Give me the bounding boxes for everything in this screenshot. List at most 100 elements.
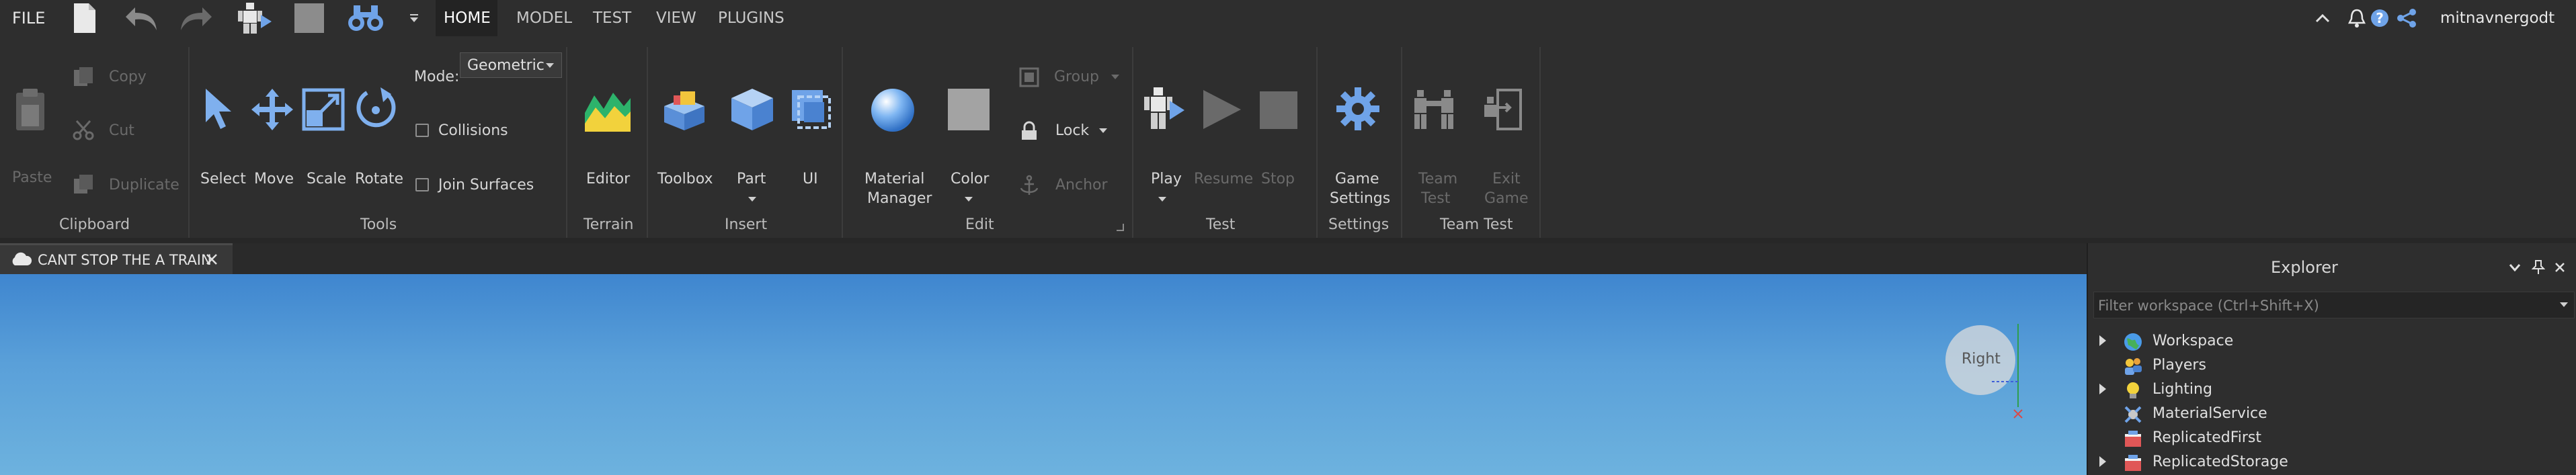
part-icon[interactable] bbox=[729, 85, 776, 136]
stop-square-icon[interactable] bbox=[1258, 90, 1299, 133]
lock-icon[interactable] bbox=[1019, 121, 1039, 144]
join-surfaces-label[interactable]: Join Surfaces bbox=[438, 175, 534, 195]
tab-home[interactable]: HOME bbox=[444, 9, 491, 27]
ribbon bbox=[0, 36, 2576, 238]
duplicate-label[interactable]: Duplicate bbox=[109, 175, 179, 195]
quick-access-customize-icon[interactable] bbox=[401, 0, 428, 36]
group-icon[interactable] bbox=[1019, 67, 1039, 90]
paste-icon[interactable] bbox=[13, 86, 47, 136]
play-icon[interactable] bbox=[1140, 86, 1187, 134]
tab-plugins[interactable]: PLUGINS bbox=[718, 9, 784, 27]
document-tab[interactable]: CANT STOP THE A TRAIN bbox=[0, 243, 233, 274]
part-label[interactable]: Part bbox=[737, 169, 766, 189]
team-test-label-line1[interactable]: Team bbox=[1418, 169, 1457, 189]
copy-icon[interactable] bbox=[73, 66, 94, 90]
duplicate-icon[interactable] bbox=[73, 173, 94, 198]
redo-icon[interactable] bbox=[176, 0, 216, 36]
collapse-ribbon-icon[interactable] bbox=[2306, 0, 2339, 36]
group-label[interactable]: Group bbox=[1054, 67, 1099, 87]
mode-dropdown[interactable]: Geometric bbox=[460, 52, 562, 78]
expand-arrow-icon[interactable] bbox=[2099, 335, 2106, 346]
terrain-editor-icon[interactable] bbox=[583, 86, 632, 136]
help-icon[interactable]: ? bbox=[2368, 0, 2392, 36]
new-file-icon[interactable] bbox=[65, 0, 105, 36]
material-manager-icon[interactable] bbox=[869, 86, 917, 137]
filter-chevron-down-icon[interactable] bbox=[2559, 302, 2569, 308]
explorer-item-material-service[interactable]: MaterialService bbox=[2088, 402, 2576, 426]
color-label[interactable]: Color bbox=[951, 169, 989, 189]
edit-settings-corner-icon[interactable] bbox=[1116, 223, 1124, 231]
cut-label[interactable]: Cut bbox=[109, 121, 134, 140]
scissors-icon[interactable] bbox=[73, 120, 94, 144]
collisions-checkbox[interactable] bbox=[415, 124, 429, 137]
resume-icon[interactable] bbox=[1199, 87, 1244, 134]
tab-model[interactable]: MODEL bbox=[516, 9, 572, 27]
collisions-label[interactable]: Collisions bbox=[438, 121, 508, 140]
gear-icon[interactable] bbox=[1335, 86, 1381, 134]
team-test-icon[interactable] bbox=[1412, 87, 1459, 134]
stop-icon[interactable] bbox=[289, 0, 329, 36]
resume-label[interactable]: Resume bbox=[1194, 169, 1253, 189]
move-icon[interactable] bbox=[250, 87, 294, 134]
group-divider bbox=[1132, 47, 1133, 239]
color-swatch-icon[interactable] bbox=[947, 87, 991, 134]
anchor-icon[interactable] bbox=[1019, 175, 1039, 199]
explorer-filter-input[interactable]: Filter workspace (Ctrl+Shift+X) bbox=[2093, 292, 2575, 318]
pin-icon[interactable] bbox=[2532, 259, 2545, 275]
players-icon bbox=[2125, 358, 2142, 375]
tab-test[interactable]: TEST bbox=[593, 9, 631, 27]
explorer-title: Explorer bbox=[2271, 258, 2338, 277]
rotate-label[interactable]: Rotate bbox=[355, 169, 403, 189]
toolbox-icon[interactable] bbox=[660, 86, 709, 136]
expand-arrow-icon[interactable] bbox=[2099, 456, 2106, 467]
scale-icon[interactable] bbox=[301, 87, 346, 134]
explorer-item-lighting[interactable]: Lighting bbox=[2088, 378, 2576, 402]
toolbox-label[interactable]: Toolbox bbox=[657, 169, 713, 189]
play-label[interactable]: Play bbox=[1151, 169, 1182, 189]
exit-game-label-line2[interactable]: Game bbox=[1484, 189, 1529, 208]
game-settings-label-line1[interactable]: Game bbox=[1335, 169, 1379, 189]
copy-label[interactable]: Copy bbox=[109, 67, 147, 87]
anchor-label[interactable]: Anchor bbox=[1055, 175, 1108, 195]
play-chevron-down-icon[interactable] bbox=[1158, 196, 1167, 203]
team-test-label-line2[interactable]: Test bbox=[1421, 189, 1450, 208]
close-icon[interactable] bbox=[206, 253, 218, 265]
explorer-item-players[interactable]: Players bbox=[2088, 353, 2576, 378]
notifications-bell-icon[interactable] bbox=[2345, 0, 2369, 36]
material-manager-label-line1[interactable]: Material bbox=[864, 169, 924, 189]
color-chevron-down-icon[interactable] bbox=[964, 196, 973, 203]
select-label[interactable]: Select bbox=[200, 169, 246, 189]
3d-viewport[interactable]: Right bbox=[0, 274, 2123, 475]
explorer-item-replicated-first[interactable]: ReplicatedFirst bbox=[2088, 426, 2576, 450]
binoculars-icon[interactable] bbox=[346, 0, 386, 36]
part-chevron-down-icon[interactable] bbox=[748, 196, 757, 203]
move-label[interactable]: Move bbox=[254, 169, 294, 189]
username[interactable]: mitnavnergodt bbox=[2440, 9, 2554, 27]
lock-label[interactable]: Lock bbox=[1055, 121, 1089, 140]
tab-view[interactable]: VIEW bbox=[656, 9, 696, 27]
explorer-item-workspace[interactable]: Workspace bbox=[2088, 329, 2576, 353]
scale-label[interactable]: Scale bbox=[307, 169, 346, 189]
top-menu-bar: FILE HOME MODEL TEST VIEW PLUGINS ? mitn… bbox=[0, 0, 2576, 36]
join-surfaces-checkbox[interactable] bbox=[415, 178, 429, 191]
ui-label[interactable]: UI bbox=[803, 169, 818, 189]
exit-game-icon[interactable] bbox=[1480, 87, 1523, 134]
ui-icon[interactable] bbox=[789, 87, 834, 134]
lock-chevron-down-icon[interactable] bbox=[1098, 128, 1108, 134]
explorer-item-replicated-storage[interactable]: ReplicatedStorage bbox=[2088, 450, 2576, 474]
stop-label[interactable]: Stop bbox=[1261, 169, 1295, 189]
rotate-icon[interactable] bbox=[354, 86, 398, 133]
material-manager-label-line2[interactable]: Manager bbox=[867, 189, 932, 208]
chevron-down-icon[interactable] bbox=[2509, 263, 2521, 271]
share-icon[interactable] bbox=[2393, 0, 2420, 36]
play-character-icon[interactable] bbox=[234, 0, 274, 36]
exit-game-label-line1[interactable]: Exit bbox=[1492, 169, 1521, 189]
terrain-editor-label[interactable]: Editor bbox=[586, 169, 630, 189]
select-cursor-icon[interactable] bbox=[200, 87, 238, 134]
file-menu[interactable]: FILE bbox=[12, 9, 45, 28]
expand-arrow-icon[interactable] bbox=[2099, 384, 2106, 394]
group-chevron-down-icon[interactable] bbox=[1111, 74, 1120, 81]
close-icon[interactable] bbox=[2554, 262, 2565, 273]
game-settings-label-line2[interactable]: Settings bbox=[1330, 189, 1390, 208]
undo-icon[interactable] bbox=[121, 0, 161, 36]
